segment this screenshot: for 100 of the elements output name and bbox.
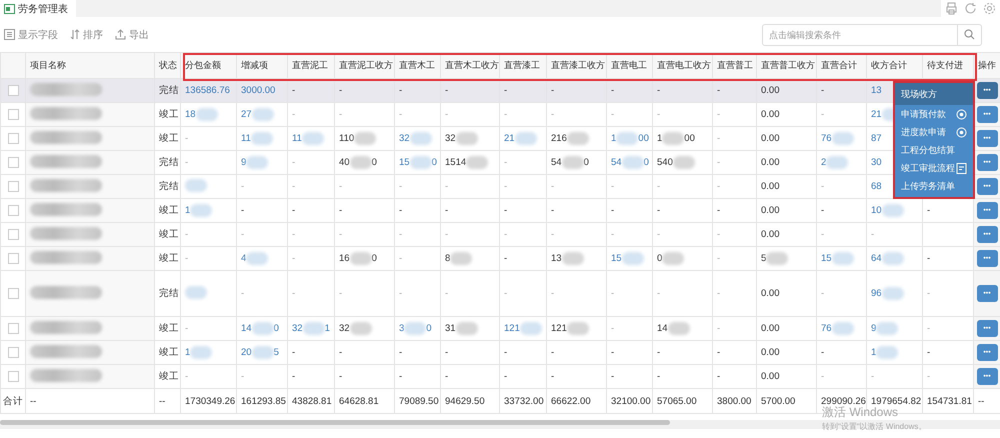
- redaction-blur: [882, 204, 904, 217]
- cell-value: -: [611, 205, 614, 216]
- column-header: 直营电工: [606, 52, 652, 78]
- redaction-blur: [766, 252, 788, 265]
- cell-value: 1514: [445, 157, 466, 168]
- cell-value: -: [717, 229, 720, 240]
- cell-value: 4: [241, 253, 246, 264]
- cell-value: 0.00: [761, 109, 780, 120]
- cell-value: -: [611, 181, 614, 192]
- menu-item[interactable]: 上传劳务清单: [895, 177, 973, 195]
- redaction-blur: [562, 252, 584, 265]
- menu-item[interactable]: 现场收方: [895, 83, 973, 105]
- cell-value: 竣工: [159, 322, 179, 335]
- row-checkbox[interactable]: [8, 108, 18, 120]
- cell-value: 竣工: [159, 204, 179, 217]
- list-icon: [4, 29, 15, 40]
- cell-value: -: [611, 85, 614, 96]
- redaction-blur: [826, 156, 848, 169]
- column-header: 收方合计: [866, 52, 922, 78]
- total-value: 154731.81: [927, 396, 972, 406]
- row-checkbox[interactable]: [8, 180, 18, 192]
- cell-value: 13: [871, 85, 882, 96]
- redaction-blur: [30, 178, 102, 192]
- row-checkbox[interactable]: [8, 346, 18, 358]
- redaction-blur: [350, 156, 372, 169]
- cell-value: 竣工: [159, 108, 179, 121]
- refresh-icon[interactable]: [964, 2, 977, 15]
- cell-value: 64: [871, 253, 882, 264]
- cell-value: -: [871, 229, 874, 240]
- row-checkbox[interactable]: [8, 252, 18, 264]
- cell-value: -: [339, 109, 342, 120]
- cell-value: 96: [871, 288, 882, 299]
- cell-value: 2: [821, 157, 826, 168]
- menu-item[interactable]: 工程分包结算: [895, 141, 973, 159]
- column-header: 待支付进: [922, 52, 974, 78]
- cell-value: 0.00: [761, 288, 780, 299]
- cell-value: 9: [241, 157, 246, 168]
- column-header: 直营泥工: [288, 52, 334, 78]
- cell-value: -: [821, 205, 824, 216]
- cell-value: -: [657, 109, 660, 120]
- redaction-blur: [30, 130, 102, 144]
- cell-value: 54: [611, 157, 622, 168]
- cell-value: 完结: [159, 84, 179, 97]
- redaction-blur: [410, 156, 432, 169]
- column-header: 增减项: [236, 52, 288, 78]
- row-checkbox[interactable]: [8, 370, 18, 382]
- redaction-blur: [30, 250, 102, 264]
- row-checkbox[interactable]: [8, 156, 18, 168]
- cell-value: -: [717, 288, 720, 299]
- cell-value: -: [399, 205, 402, 216]
- row-checkbox[interactable]: [8, 132, 18, 144]
- row-checkbox[interactable]: [8, 322, 18, 334]
- total-value: 1979654.82: [871, 396, 922, 406]
- menu-item[interactable]: 竣工审批流程: [895, 159, 973, 177]
- cell-value: -: [399, 347, 402, 358]
- cell-value: -: [339, 229, 342, 240]
- cell-value: -: [717, 371, 720, 382]
- cell-value: -: [611, 371, 614, 382]
- toolbar-button[interactable]: 导出: [115, 28, 149, 42]
- cell-value: -: [292, 181, 296, 192]
- cell-value: -: [292, 253, 296, 264]
- redaction-blur: [882, 287, 904, 300]
- toolbar-button[interactable]: 排序: [70, 28, 103, 42]
- row-checkbox[interactable]: [8, 204, 18, 216]
- sheet-tab[interactable]: 劳务管理表: [0, 0, 76, 17]
- cell-value: -: [611, 109, 614, 120]
- cell-value: -: [185, 323, 188, 334]
- cell-value: 15: [399, 157, 410, 168]
- cell-value: -: [241, 288, 244, 299]
- row-checkbox[interactable]: [8, 84, 18, 96]
- redaction-blur: [672, 156, 695, 169]
- cell-value: 13: [551, 253, 562, 264]
- cell-value: -: [399, 253, 402, 264]
- redaction-blur: [302, 132, 324, 145]
- redaction-blur: [30, 106, 102, 120]
- row-checkbox[interactable]: [8, 228, 18, 240]
- cell-value: -: [241, 229, 244, 240]
- cell-value: 0.00: [761, 229, 780, 240]
- settings-icon[interactable]: [983, 2, 996, 15]
- cell-value: 00: [638, 133, 649, 144]
- cell-value: 21: [504, 133, 515, 144]
- redaction-blur: [354, 132, 376, 145]
- redaction-blur: [410, 132, 432, 145]
- cell-value: -: [339, 205, 342, 216]
- scrollbar-thumb[interactable]: [0, 420, 670, 425]
- cell-value: -: [551, 205, 554, 216]
- print-icon[interactable]: [945, 2, 958, 15]
- cell-value: 1: [185, 205, 190, 216]
- cell-value: -: [657, 371, 660, 382]
- cell-value: -: [399, 229, 402, 240]
- redaction-blur: [246, 156, 268, 169]
- row-checkbox[interactable]: [8, 288, 18, 299]
- toolbar-button[interactable]: 显示字段: [4, 28, 58, 42]
- cell-value: -: [292, 371, 296, 382]
- search-button[interactable]: [958, 24, 982, 46]
- redaction-blur: [190, 346, 212, 359]
- search-field[interactable]: 点击编辑搜索条件: [762, 24, 958, 46]
- total-value: 64628.81: [339, 396, 379, 406]
- menu-item[interactable]: 申请预付款: [895, 105, 973, 123]
- menu-item[interactable]: 进度款申请: [895, 123, 973, 141]
